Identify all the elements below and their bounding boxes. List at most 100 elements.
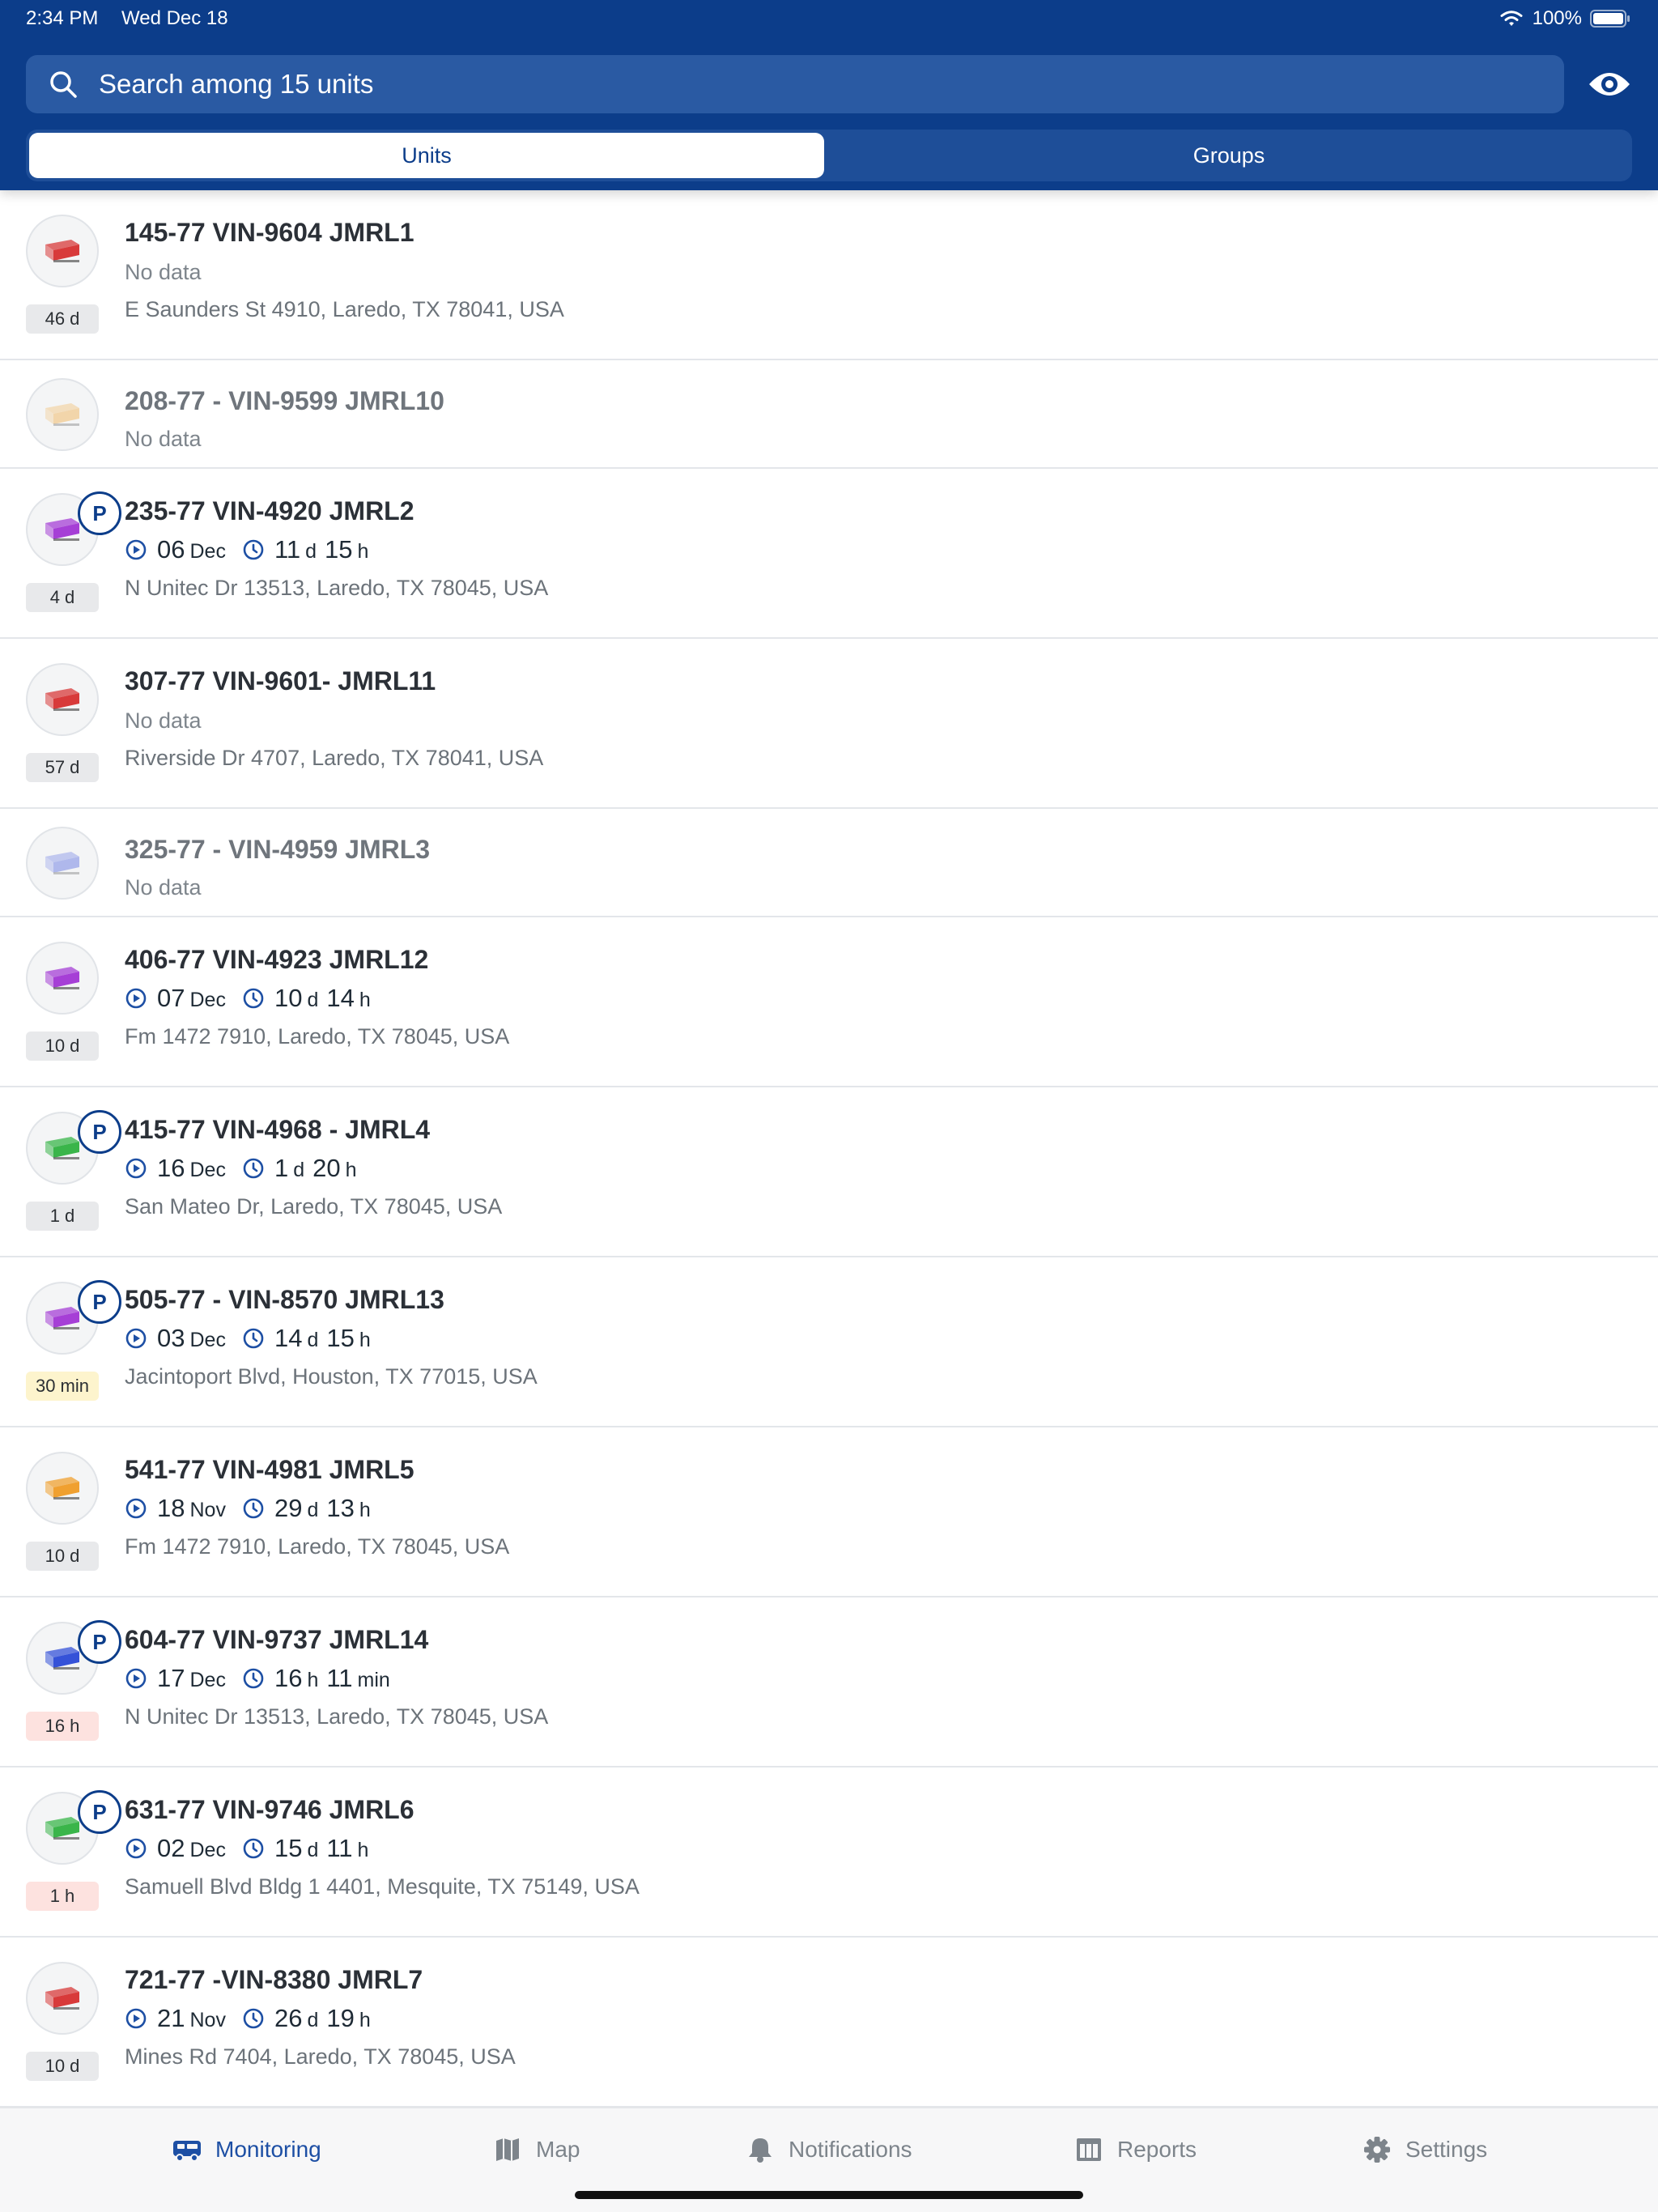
- battery-percent: 100%: [1532, 7, 1582, 29]
- trip-start-day: 18: [157, 1494, 185, 1522]
- tab-label: Settings: [1405, 2137, 1488, 2162]
- unit-row[interactable]: 46 d 145-77 VIN-9604 JMRL1 No data E Saunde…: [0, 190, 1658, 360]
- unit-row[interactable]: 57 d 307-77 VIN-9601- JMRL11 No data Rivers…: [0, 639, 1658, 809]
- no-data-label: No data: [125, 708, 202, 733]
- play-circle-icon: [125, 1498, 147, 1519]
- trip-duration-value: 14: [326, 984, 355, 1012]
- tab-units[interactable]: Units: [29, 133, 824, 178]
- trip-duration-unit: h: [345, 1159, 357, 1181]
- trip-duration-value: 11: [274, 535, 301, 564]
- clock-icon: [243, 1498, 264, 1519]
- unit-row[interactable]: 10 d 721-77 -VIN-8380 JMRL7 21 Nov 26 d 19 h Min…: [0, 1938, 1658, 2108]
- trip-duration-unit: d: [307, 1839, 319, 1861]
- unit-avatar: [26, 663, 99, 736]
- trip-start-month: Dec: [189, 1159, 226, 1181]
- trip-duration-unit: d: [307, 989, 319, 1011]
- eye-icon[interactable]: [1587, 66, 1632, 102]
- trip-duration-unit: d: [305, 540, 317, 563]
- van-icon: [173, 2141, 201, 2162]
- unit-name: 415-77 VIN-4968 - JMRL4: [125, 1115, 431, 1144]
- trip-duration-unit: min: [357, 1669, 390, 1691]
- trip-info: 06 Dec 11 d 15 h: [125, 535, 368, 564]
- unit-address: Riverside Dr 4707, Laredo, TX 78041, USA: [125, 746, 544, 770]
- trip-duration-value: 11: [326, 1834, 353, 1862]
- trip-start-month: Dec: [189, 1669, 226, 1691]
- unit-name: 325-77 - VIN-4959 JMRL3: [125, 835, 431, 864]
- trip-duration-unit: h: [307, 1669, 319, 1691]
- tab-groups[interactable]: Groups: [829, 133, 1629, 178]
- parked-badge: P: [78, 1110, 121, 1154]
- trip-start-month: Dec: [189, 540, 226, 563]
- unit-name: 604-77 VIN-9737 JMRL14: [125, 1625, 429, 1654]
- trip-duration-unit: d: [307, 1499, 319, 1521]
- unit-row[interactable]: 325-77 - VIN-4959 JMRL3 No data: [0, 809, 1658, 917]
- tab-label: Reports: [1117, 2137, 1197, 2162]
- trip-duration-value: 1: [274, 1154, 289, 1182]
- unit-row[interactable]: 208-77 - VIN-9599 JMRL10 No data: [0, 360, 1658, 469]
- trip-duration-unit: h: [359, 2009, 371, 2031]
- unit-address: Fm 1472 7910, Laredo, TX 78045, USA: [125, 1024, 510, 1049]
- tab-map[interactable]: Map: [492, 2136, 580, 2163]
- trip-duration-value: 29: [274, 1494, 303, 1522]
- unit-avatar: [26, 215, 99, 287]
- unit-row[interactable]: 10 d 406-77 VIN-4923 JMRL12 07 Dec 10 d 14 h Fm …: [0, 917, 1658, 1087]
- tab-monitoring[interactable]: Monitoring: [172, 2136, 321, 2163]
- unit-address: San Mateo Dr, Laredo, TX 78045, USA: [125, 1194, 503, 1219]
- unit-name: 505-77 - VIN-8570 JMRL13: [125, 1285, 444, 1314]
- units-groups-switch: Units Groups: [26, 130, 1632, 181]
- battery-icon: [1590, 10, 1630, 28]
- trailer-icon: [45, 852, 79, 874]
- last-message-badge: 10 d: [26, 2052, 99, 2081]
- trip-duration-unit: h: [359, 1329, 371, 1351]
- last-message-badge: 1 h: [26, 1882, 99, 1911]
- unit-address: Samuell Blvd Bldg 1 4401, Mesquite, TX 7…: [125, 1874, 640, 1899]
- search-input[interactable]: [99, 55, 1564, 113]
- clock-icon: [243, 1838, 264, 1859]
- search-bar[interactable]: [26, 55, 1564, 113]
- parked-badge: P: [78, 491, 121, 535]
- last-message-badge: 4 d: [26, 583, 99, 612]
- clock-icon: [243, 1668, 264, 1689]
- trip-duration-value: 14: [274, 1324, 303, 1352]
- clock-icon: [243, 539, 264, 560]
- unit-row[interactable]: P 30 min 505-77 - VIN-8570 JMRL13 03 Dec 14 d 1…: [0, 1257, 1658, 1427]
- unit-name: 307-77 VIN-9601- JMRL11: [125, 666, 436, 696]
- last-message-badge: 57 d: [26, 753, 99, 782]
- no-data-label: No data: [125, 875, 202, 900]
- last-message-badge: 16 h: [26, 1712, 99, 1741]
- clock-icon: [243, 988, 264, 1009]
- app-header: 2:34 PM Wed Dec 18 100% Units: [0, 0, 1658, 190]
- tab-settings[interactable]: Settings: [1362, 2136, 1487, 2163]
- unit-name: 406-77 VIN-4923 JMRL12: [125, 945, 429, 974]
- tab-notifications[interactable]: Notifications: [745, 2136, 912, 2163]
- clock-icon: [243, 2008, 264, 2029]
- trip-start-month: Dec: [189, 1839, 226, 1861]
- unit-row[interactable]: P 1 d 415-77 VIN-4968 - JMRL4 16 Dec 1 d 20 h San…: [0, 1087, 1658, 1257]
- play-circle-icon: [125, 1668, 147, 1689]
- unit-name: 145-77 VIN-9604 JMRL1: [125, 218, 414, 247]
- trip-duration-value: 10: [274, 984, 303, 1012]
- trip-start-day: 03: [157, 1324, 185, 1352]
- trailer-icon: [45, 1307, 79, 1329]
- trip-duration-value: 20: [312, 1154, 341, 1182]
- unit-row[interactable]: P 4 d 235-77 VIN-4920 JMRL2 06 Dec 11 d 15 h N Un…: [0, 469, 1658, 639]
- unit-row[interactable]: 10 d 541-77 VIN-4981 JMRL5 18 Nov 29 d 13 h Fm 1…: [0, 1427, 1658, 1597]
- search-icon: [50, 71, 77, 98]
- trailer-icon: [45, 240, 79, 262]
- trip-duration-value: 15: [326, 1324, 355, 1352]
- unit-address: N Unitec Dr 13513, Laredo, TX 78045, USA: [125, 576, 549, 600]
- tab-reports[interactable]: Reports: [1073, 2136, 1197, 2163]
- trip-info: 03 Dec 14 d 15 h: [125, 1324, 371, 1353]
- unit-row[interactable]: P 16 h 604-77 VIN-9737 JMRL14 17 Dec 16 h 11 min…: [0, 1597, 1658, 1767]
- bell-icon: [749, 2138, 772, 2163]
- trip-start-month: Nov: [189, 1499, 226, 1521]
- unit-address: Jacintoport Blvd, Houston, TX 77015, USA: [125, 1364, 538, 1389]
- trip-duration-value: 15: [274, 1834, 303, 1862]
- trip-start-day: 02: [157, 1834, 185, 1862]
- unit-name: 721-77 -VIN-8380 JMRL7: [125, 1965, 423, 1994]
- unit-row[interactable]: P 1 h 631-77 VIN-9746 JMRL6 02 Dec 15 d 11 h Samu…: [0, 1767, 1658, 1938]
- unit-avatar: [26, 827, 99, 900]
- trailer-icon: [45, 1477, 79, 1499]
- parked-badge: P: [78, 1280, 121, 1324]
- trip-start-month: Dec: [189, 1329, 226, 1351]
